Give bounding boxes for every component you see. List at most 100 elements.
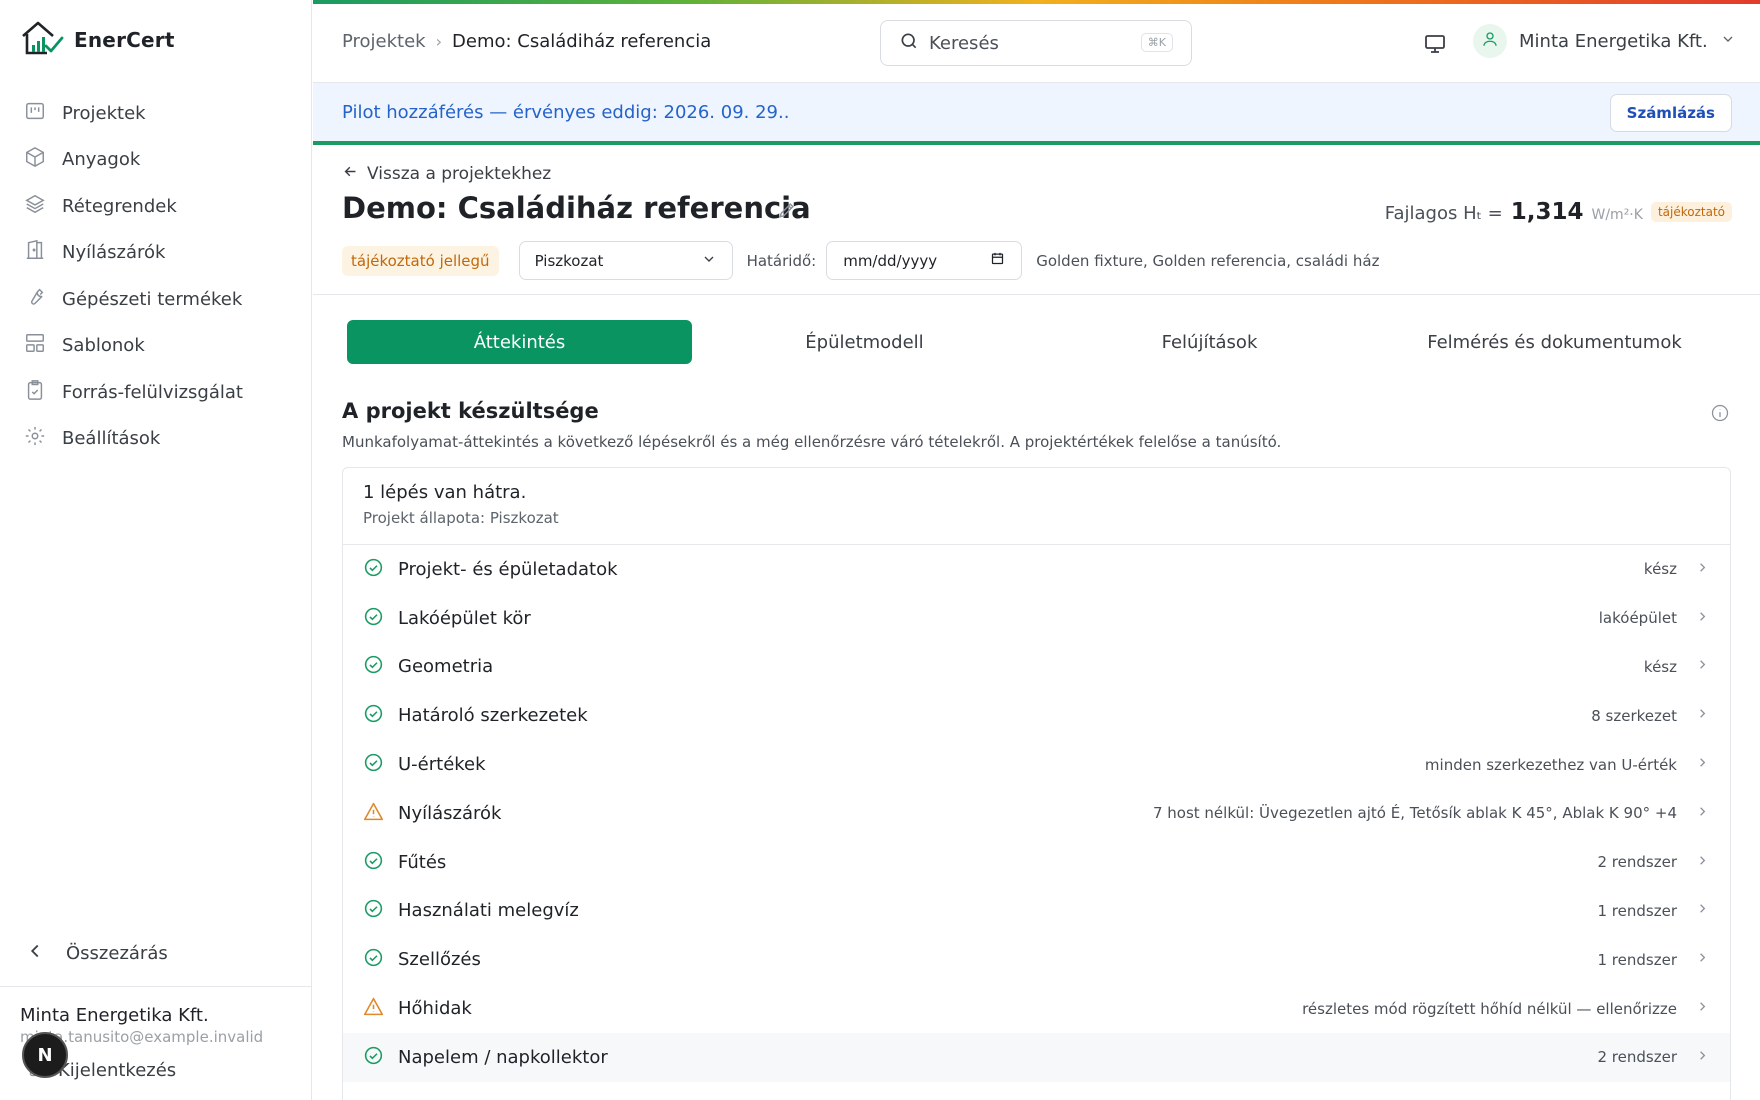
wrench-icon xyxy=(24,286,46,313)
check-circle-icon xyxy=(363,898,384,923)
main-content: Projektek › Demo: Családiház referencia … xyxy=(313,0,1760,1100)
step-name: Nyílászárók xyxy=(398,802,502,824)
calendar-icon[interactable] xyxy=(990,251,1005,270)
display-mode-button[interactable] xyxy=(1423,32,1447,60)
check-circle-icon xyxy=(363,850,384,875)
section-title: A projekt készültsége xyxy=(342,399,599,423)
chevron-left-icon xyxy=(24,940,46,967)
org-name: Minta Energetika Kft. xyxy=(20,1005,209,1026)
progress-step-row[interactable]: Projekt- és épületadatok kész xyxy=(343,545,1730,594)
warning-triangle-icon xyxy=(363,996,384,1021)
progress-step-row[interactable]: Határoló szerkezetek 8 szerkezet xyxy=(343,691,1730,740)
step-name: Geometria xyxy=(398,656,494,678)
step-name: Napelem / napkollektor xyxy=(398,1046,608,1068)
check-circle-icon xyxy=(363,703,384,728)
sidebar-item-anyagok[interactable]: Anyagok xyxy=(0,137,312,184)
gear-icon xyxy=(24,425,46,452)
step-value: 1 rendszer xyxy=(1597,950,1678,969)
template-icon xyxy=(24,332,46,359)
sidebar-item-beallitasok[interactable]: Beállítások xyxy=(0,416,312,463)
sidebar-item-label: Gépészeti termékek xyxy=(62,288,243,310)
breadcrumb-projects-link[interactable]: Projektek xyxy=(342,31,426,52)
sidebar-item-label: Nyílászárók xyxy=(62,242,166,264)
sidebar-item-retegrendek[interactable]: Rétegrendek xyxy=(0,183,312,230)
deadline-placeholder: mm/dd/yyyy xyxy=(843,251,938,270)
kanban-icon xyxy=(24,100,46,127)
user-menu[interactable]: Minta Energetika Kft. xyxy=(1473,24,1736,58)
check-circle-icon xyxy=(363,606,384,631)
page-title: Demo: Családiház referencia xyxy=(342,191,811,225)
back-to-projects-link[interactable]: Vissza a projektekhez xyxy=(342,163,551,185)
deadline-date-input[interactable]: mm/dd/yyyy xyxy=(826,241,1023,280)
sidebar-item-gepeszeti-termekek[interactable]: Gépészeti termékek xyxy=(0,276,312,323)
status-select-value: Piszkozat xyxy=(534,251,604,270)
billing-button[interactable]: Számlázás xyxy=(1609,94,1732,132)
tab-attekintes[interactable]: Áttekintés xyxy=(347,320,692,364)
progress-step-row[interactable]: Fűtés 2 rendszer xyxy=(343,838,1730,887)
topbar: Projektek › Demo: Családiház referencia … xyxy=(313,4,1760,83)
brand[interactable]: EnerCert xyxy=(20,20,175,60)
tab-epuletmodell[interactable]: Épületmodell xyxy=(692,320,1037,364)
step-name: U-értékek xyxy=(398,754,486,776)
collapse-sidebar-button[interactable]: Összezárás xyxy=(24,940,168,967)
house-chart-logo-icon xyxy=(20,20,64,60)
info-badge: tájékoztató jellegű xyxy=(342,245,499,276)
tab-felmeres-dokumentumok[interactable]: Felmérés és dokumentumok xyxy=(1382,320,1727,364)
sidebar-item-sablonok[interactable]: Sablonok xyxy=(0,323,312,370)
step-name: Lakóépület kör xyxy=(398,607,531,629)
dev-tools-badge[interactable]: N xyxy=(22,1032,68,1078)
sidebar-item-label: Beállítások xyxy=(62,428,161,450)
step-value: kész xyxy=(1643,657,1677,676)
edit-title-button[interactable] xyxy=(777,200,797,224)
progress-step-row[interactable]: U-értékek minden szerkezethez van U-érték xyxy=(343,740,1730,789)
step-value: részletes mód rögzített hőhíd nélkül — e… xyxy=(1302,999,1677,1018)
layers-icon xyxy=(24,193,46,220)
sidebar-item-projektek[interactable]: Projektek xyxy=(0,90,312,137)
chevron-right-icon xyxy=(1695,609,1710,628)
step-value: lakóépület xyxy=(1598,609,1677,628)
avatar xyxy=(1473,24,1507,58)
sidebar-nav: Projektek Anyagok Rétegrendek Nyílászáró… xyxy=(0,90,312,462)
tab-felujitasok[interactable]: Felújítások xyxy=(1037,320,1382,364)
project-tabs: Áttekintés Épületmodell Felújítások Felm… xyxy=(347,320,1727,364)
step-name: Projekt- és épületadatok xyxy=(398,558,618,580)
progress-step-row[interactable]: Geometria kész xyxy=(343,643,1730,692)
project-status: Projekt állapota: Piszkozat xyxy=(363,509,559,527)
progress-card-header: 1 lépés van hátra. Projekt állapota: Pis… xyxy=(343,468,1730,545)
progress-step-row[interactable]: Lakóépület kör lakóépület xyxy=(343,594,1730,643)
sidebar-item-forras-felulvizsgalat[interactable]: Forrás-felülvizsgálat xyxy=(0,369,312,416)
chevron-down-icon xyxy=(1720,31,1736,52)
progress-step-row[interactable]: Szellőzés 1 rendszer xyxy=(343,935,1730,984)
chevron-down-icon xyxy=(701,251,717,271)
progress-step-row[interactable]: Nyílászárók 7 host nélkül: Üvegezetlen aj… xyxy=(343,789,1730,838)
progress-step-row[interactable]: Hőhidak részletes mód rögzített hőhíd nél… xyxy=(343,984,1730,1033)
status-select[interactable]: Piszkozat xyxy=(518,241,733,280)
warning-triangle-icon xyxy=(363,801,384,826)
chevron-right-icon xyxy=(1695,657,1710,676)
chevron-right-icon xyxy=(1695,560,1710,579)
progress-step-row[interactable]: Napelem / napkollektor 2 rendszer xyxy=(343,1032,1730,1082)
metric-badge: tájékoztató xyxy=(1650,202,1732,222)
step-value: 7 host nélkül: Üvegezetlen ajtó É, Tetős… xyxy=(1152,804,1677,823)
pencil-icon xyxy=(777,203,797,224)
arrow-left-icon xyxy=(342,163,359,185)
step-value: 8 szerkezet xyxy=(1591,706,1677,725)
chevron-right-icon xyxy=(1695,853,1710,872)
search-input[interactable]: Keresés ⌘K xyxy=(880,20,1192,66)
check-circle-icon xyxy=(363,752,384,777)
section-description: Munkafolyamat-áttekintés a következő lép… xyxy=(342,433,1282,451)
breadcrumb-chevron-icon: › xyxy=(435,32,443,51)
step-value: minden szerkezethez van U-érték xyxy=(1424,755,1677,774)
chevron-right-icon xyxy=(1695,804,1710,823)
progress-step-row[interactable]: Használati melegvíz 1 rendszer xyxy=(343,887,1730,936)
step-value: 1 rendszer xyxy=(1597,901,1678,920)
info-icon[interactable] xyxy=(1710,403,1730,427)
brand-name: EnerCert xyxy=(74,28,175,52)
sidebar-item-label: Anyagok xyxy=(62,149,141,171)
sidebar-item-nyilaszarok[interactable]: Nyílászárók xyxy=(0,230,312,277)
steps-remaining: 1 lépés van hátra. xyxy=(363,482,527,503)
chevron-right-icon xyxy=(1695,706,1710,725)
search-shortcut: ⌘K xyxy=(1140,33,1173,52)
door-icon xyxy=(24,239,46,266)
back-label: Vissza a projektekhez xyxy=(367,164,552,184)
